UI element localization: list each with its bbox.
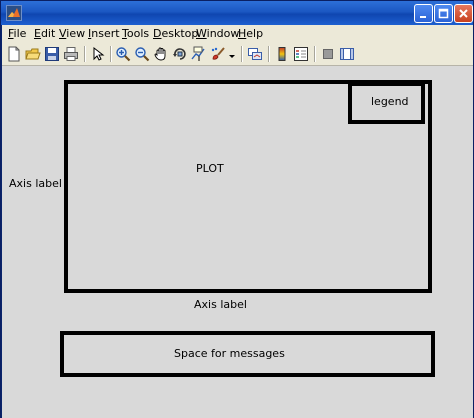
show-plot-tools-icon[interactable]: [339, 46, 355, 62]
minimize-button[interactable]: [414, 4, 433, 23]
figure-window: File Edit View Insert Tools Desktop Wind…: [0, 0, 474, 418]
close-button[interactable]: [454, 4, 473, 23]
y-axis-label: Axis label: [9, 177, 62, 190]
pan-icon[interactable]: [153, 46, 169, 62]
menu-bar: File Edit View Insert Tools Desktop Wind…: [2, 25, 473, 43]
brush-icon[interactable]: [210, 46, 226, 62]
toolbar-separator: [84, 46, 86, 62]
insert-colorbar-icon[interactable]: [274, 46, 290, 62]
menu-view[interactable]: View: [59, 27, 85, 40]
menu-window[interactable]: Window: [196, 27, 239, 40]
toolbar-separator: [241, 46, 243, 62]
insert-legend-icon[interactable]: [293, 46, 309, 62]
menu-tools[interactable]: Tools: [122, 27, 149, 40]
menu-help[interactable]: Help: [238, 27, 263, 40]
edit-plot-icon[interactable]: [90, 46, 106, 62]
legend-label: legend: [371, 95, 409, 108]
toolbar-separator: [268, 46, 270, 62]
zoom-out-icon[interactable]: [134, 46, 150, 62]
new-figure-icon[interactable]: [6, 46, 22, 62]
plot-label: PLOT: [196, 162, 224, 175]
link-plot-icon[interactable]: [247, 46, 263, 62]
brush-dropdown-icon[interactable]: [228, 46, 236, 62]
toolbar-separator: [110, 46, 112, 62]
menu-insert[interactable]: Insert: [88, 27, 120, 40]
x-axis-label: Axis label: [194, 298, 247, 311]
title-bar[interactable]: [1, 1, 473, 25]
maximize-button[interactable]: [434, 4, 453, 23]
hide-plot-tools-icon[interactable]: [320, 46, 336, 62]
messages-label: Space for messages: [174, 347, 285, 360]
figure-toolbar: [2, 43, 473, 66]
toolbar-separator: [314, 46, 316, 62]
zoom-in-icon[interactable]: [115, 46, 131, 62]
save-icon[interactable]: [44, 46, 60, 62]
figure-canvas: legend PLOT Axis label Axis label Space …: [2, 66, 473, 418]
menu-desktop[interactable]: Desktop: [153, 27, 198, 40]
menu-edit[interactable]: Edit: [34, 27, 55, 40]
open-file-icon[interactable]: [25, 46, 41, 62]
rotate-3d-icon[interactable]: [172, 46, 188, 62]
matlab-logo-icon: [6, 5, 22, 21]
data-cursor-icon[interactable]: [191, 46, 207, 62]
menu-file[interactable]: File: [8, 27, 26, 40]
print-icon[interactable]: [63, 46, 79, 62]
